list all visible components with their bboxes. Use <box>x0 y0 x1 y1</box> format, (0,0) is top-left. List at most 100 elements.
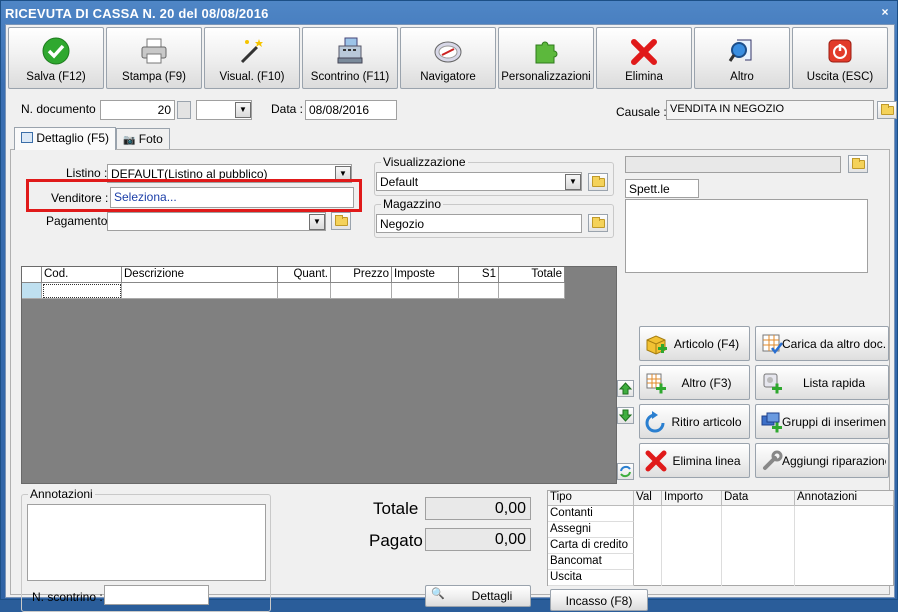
tab-foto[interactable]: 📷 Foto <box>116 128 170 150</box>
spett-input[interactable]: Spett.le <box>625 179 699 198</box>
magazzino-label: Magazzino <box>381 197 444 211</box>
power-icon <box>828 39 852 63</box>
visualizzazione-select[interactable]: Default <box>376 172 582 191</box>
tab-dettaglio[interactable]: Dettaglio (F5) <box>14 127 117 150</box>
add-other-label: Altro (F3) <box>681 376 732 390</box>
window-client: Salva (F12) Stampa (F9) Visual. (F10) Sc… <box>5 24 897 612</box>
document-number-spin[interactable] <box>177 101 191 119</box>
arrow-down-icon <box>618 409 633 422</box>
address-textarea[interactable] <box>625 199 868 273</box>
detail-tab-icon <box>21 132 33 143</box>
quick-list-button[interactable]: Lista rapida <box>755 365 889 400</box>
magazzino-input[interactable]: Negozio <box>376 214 582 233</box>
zoom-icon: 🔍 <box>431 588 445 600</box>
move-down-button[interactable] <box>617 407 634 424</box>
details-button-label: Dettagli <box>471 589 513 603</box>
detail-panel: Listino : DEFAULT(Listino al pubblico) ▼… <box>10 149 894 612</box>
pagamento-select[interactable] <box>107 212 326 231</box>
visual-button[interactable]: Visual. (F10) <box>204 27 300 89</box>
delete-button[interactable]: Elimina <box>596 27 692 89</box>
add-article-icon <box>646 335 667 355</box>
return-article-button[interactable]: Ritiro articolo <box>639 404 750 439</box>
receipt-button[interactable]: Scontrino (F11) <box>302 27 398 89</box>
refresh-button[interactable] <box>617 463 634 480</box>
grid-cell-quant[interactable] <box>278 283 331 299</box>
chevron-down-icon[interactable]: ▼ <box>235 102 251 118</box>
grid-cell-s1[interactable] <box>459 283 499 299</box>
add-article-button[interactable]: Articolo (F4) <box>639 326 750 361</box>
details-button[interactable]: 🔍 Dettagli <box>425 585 531 607</box>
grid-cell-descrizione[interactable] <box>122 283 278 299</box>
customize-button-label: Personalizzazioni <box>501 71 591 83</box>
payment-row-uscita[interactable]: Uscita <box>548 570 634 586</box>
pagamento-folder-button[interactable] <box>331 212 351 230</box>
grid-header-totale[interactable]: Totale <box>499 267 565 283</box>
payment-row-bancomat[interactable]: Bancomat <box>548 554 634 570</box>
check-icon <box>42 37 70 65</box>
articles-grid[interactable]: Cod. Descrizione Quant. Prezzo Imposte S… <box>21 266 617 484</box>
grid-header-s1[interactable]: S1 <box>459 267 499 283</box>
cliente-folder-button[interactable] <box>848 155 868 173</box>
customize-button[interactable]: Personalizzazioni <box>498 27 594 89</box>
payments-header-tipo: Tipo <box>548 491 634 506</box>
groups-icon <box>761 412 782 433</box>
annotazioni-textarea[interactable] <box>27 504 266 581</box>
payments-header-data: Data <box>722 491 795 506</box>
add-other-button[interactable]: Altro (F3) <box>639 365 750 400</box>
payment-row-assegni[interactable]: Assegni <box>548 522 634 538</box>
scontrino-input[interactable] <box>104 585 209 605</box>
add-repair-button[interactable]: Aggiungi riparazione <box>755 443 889 478</box>
delete-line-label: Elimina linea <box>672 454 741 468</box>
visualizzazione-folder-button[interactable] <box>588 173 608 191</box>
add-other-icon <box>646 373 666 394</box>
incasso-button[interactable]: Incasso (F8) <box>550 589 648 611</box>
causale-input[interactable]: VENDITA IN NEGOZIO <box>666 100 874 120</box>
causale-folder-button[interactable] <box>877 101 897 119</box>
print-button[interactable]: Stampa (F9) <box>106 27 202 89</box>
save-button-label: Salva (F12) <box>26 71 86 83</box>
grid-cell-imposte[interactable] <box>392 283 459 299</box>
payments-table[interactable]: Tipo Val Importo Data Annotazioni Contan… <box>547 490 894 586</box>
other-button-label: Altro <box>730 71 754 83</box>
document-number-input[interactable]: 20 <box>100 100 175 120</box>
return-article-label: Ritiro articolo <box>671 415 742 429</box>
grid-header-quant[interactable]: Quant. <box>278 267 331 283</box>
payment-row-contanti[interactable]: Contanti <box>548 506 634 522</box>
pagato-value: 0,00 <box>425 528 531 551</box>
grid-cell-prezzo[interactable] <box>331 283 392 299</box>
pagamento-dropdown-icon[interactable]: ▼ <box>309 214 325 230</box>
delete-line-button[interactable]: Elimina linea <box>639 443 750 478</box>
grid-header-prezzo[interactable]: Prezzo <box>331 267 392 283</box>
date-input[interactable]: 08/08/2016 <box>305 100 397 120</box>
load-from-doc-button[interactable]: Carica da altro doc. <box>755 326 889 361</box>
folder-icon <box>592 176 605 187</box>
payments-col-importo <box>662 506 722 586</box>
save-button[interactable]: Salva (F12) <box>8 27 104 89</box>
grid-header-imposte[interactable]: Imposte <box>392 267 459 283</box>
insert-groups-button[interactable]: Gruppi di inserimento <box>755 404 889 439</box>
venditore-selector[interactable]: Seleziona... <box>110 187 354 208</box>
payments-col-data <box>722 506 795 586</box>
exit-button[interactable]: Uscita (ESC) <box>792 27 888 89</box>
grid-cell-cod[interactable] <box>42 283 122 299</box>
close-window-button[interactable]: × <box>877 5 893 20</box>
grid-header-descrizione[interactable]: Descrizione <box>122 267 278 283</box>
refresh-icon <box>620 465 631 478</box>
magazzino-folder-button[interactable] <box>588 214 608 232</box>
puzzle-icon <box>535 41 558 64</box>
camera-icon: 📷 <box>123 135 136 146</box>
navigator-button[interactable]: Navigatore <box>400 27 496 89</box>
tab-foto-label: Foto <box>138 132 163 146</box>
other-button[interactable]: Altro <box>694 27 790 89</box>
cliente-input[interactable] <box>625 156 841 173</box>
grid-row-indicator[interactable] <box>22 283 42 299</box>
grid-header-cod[interactable]: Cod. <box>42 267 122 283</box>
visualizzazione-dropdown-icon[interactable]: ▼ <box>565 174 581 190</box>
move-up-button[interactable] <box>617 380 634 397</box>
payment-row-carta[interactable]: Carta di credito <box>548 538 634 554</box>
grid-cell-totale[interactable] <box>499 283 565 299</box>
compass-icon <box>434 41 462 63</box>
folder-icon <box>592 217 605 228</box>
payments-header-val: Val <box>634 491 662 506</box>
delete-button-label: Elimina <box>625 71 663 83</box>
